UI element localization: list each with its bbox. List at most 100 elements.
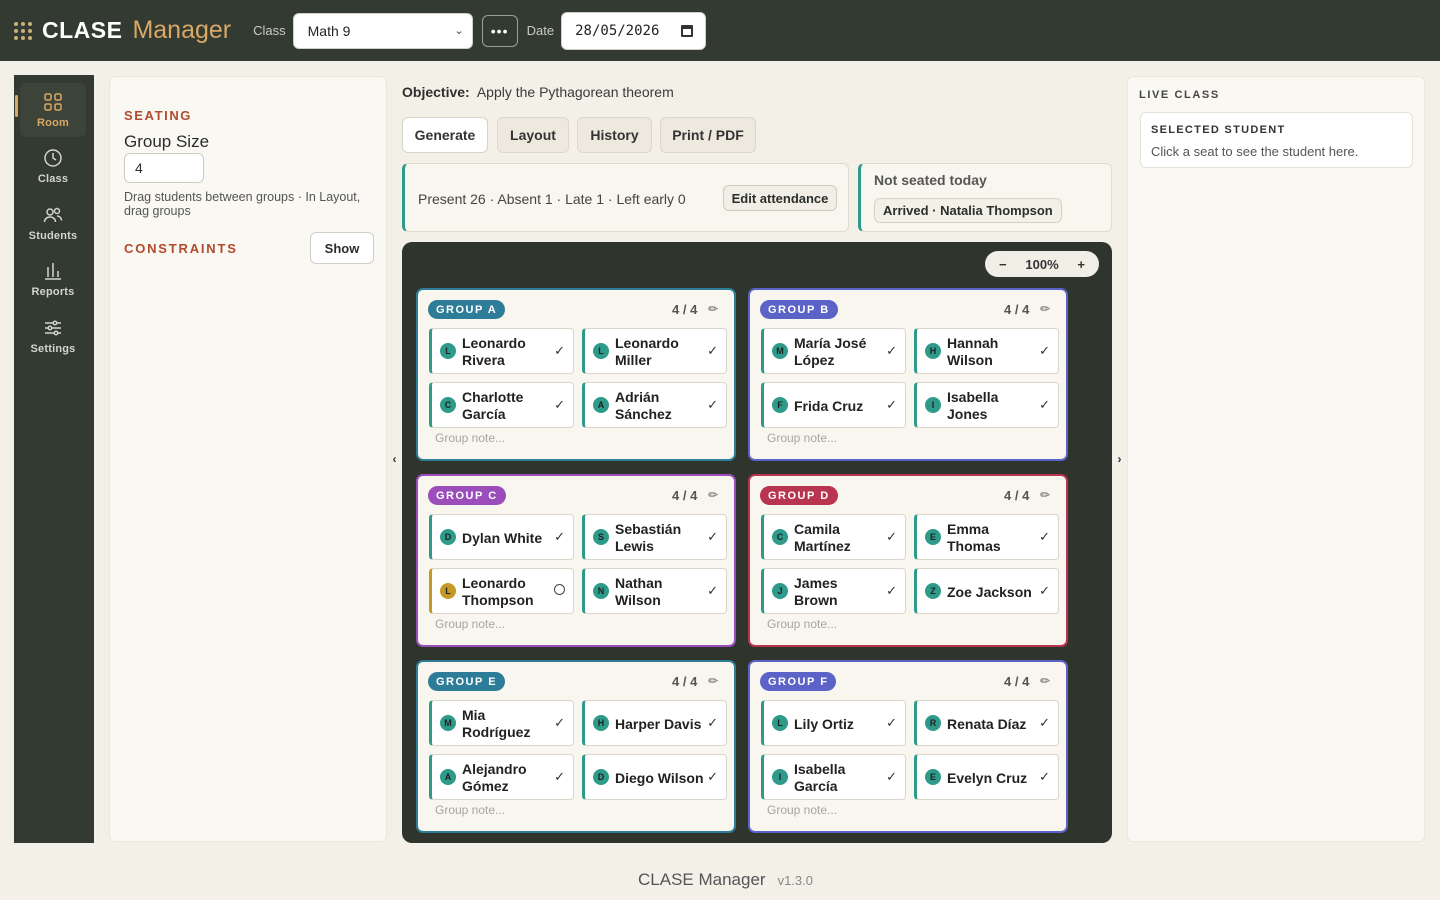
student-seat[interactable]: H Harper Davis ✓ <box>582 700 727 746</box>
seating-group[interactable]: GROUP C4 / 4 ✏ Group note... D Dylan White ✓ S… <box>416 474 736 647</box>
nav-item-settings[interactable]: Settings <box>20 309 86 363</box>
room-canvas: − 100% + GROUP A 4 / 4 ✏ Group note... L Leon… <box>402 242 1112 843</box>
sliders-icon <box>45 319 61 336</box>
seating-group[interactable]: GROUP B 4 / 4 ✏ Group note... M María José Ló… <box>748 288 1068 461</box>
tab-generate[interactable]: Generate <box>402 117 488 153</box>
objective-text: Apply the Pythagorean theorem <box>476 84 674 100</box>
student-seat[interactable]: M Mia Rodríguez ✓ <box>429 700 574 746</box>
seating-group[interactable]: GROUP F 4 / 4 ✏ Group note... L Lily Ortiz ✓ R R… <box>748 660 1068 833</box>
student-name: Harper Davis <box>615 707 705 741</box>
group-note-input[interactable]: Group note... <box>767 431 837 445</box>
student-name-text: Sebastián Lewis <box>615 521 682 554</box>
nav-item-reports[interactable]: Reports <box>20 252 86 306</box>
student-name-text: Camila Martínez <box>794 521 851 554</box>
present-check-icon: ✓ <box>1039 769 1050 784</box>
zoom-out-button[interactable]: − <box>999 257 1007 272</box>
student-seat[interactable]: E Evelyn Cruz ✓ <box>914 754 1059 800</box>
student-seat[interactable]: L Leonardo Rivera ✓ <box>429 328 574 374</box>
student-name: Adrián Sánchez <box>615 389 705 423</box>
student-name-text: Leonardo Thompson <box>462 575 534 608</box>
collapse-left-handle[interactable]: ‹ <box>388 438 401 480</box>
student-seat[interactable]: L Leonardo Miller ✓ <box>582 328 727 374</box>
group-note-input[interactable]: Group note... <box>767 617 837 631</box>
attendance-text: Present 26 · Absent 1 · Late 1 · Left ea… <box>418 191 686 207</box>
student-seat[interactable]: D Diego Wilson ✓ <box>582 754 727 800</box>
seating-group[interactable]: GROUP E 4 / 4 ✏ Group note... M Mia Rodríguez… <box>416 660 736 833</box>
student-seat[interactable]: I Isabella Jones ✓ <box>914 382 1059 428</box>
student-seat[interactable]: C Charlotte García ✓ <box>429 382 574 428</box>
student-seat[interactable]: D Dylan White ✓ <box>429 514 574 560</box>
class-select[interactable]: Math 9 ⌄ <box>292 12 473 49</box>
student-avatar: N <box>593 583 609 599</box>
student-seat[interactable]: S Sebastián Lewis ✓ <box>582 514 727 560</box>
seating-hint: Drag students between groups · In Layout… <box>124 190 361 218</box>
objective: Objective: Apply the Pythagorean theorem <box>402 84 674 100</box>
edit-group-icon[interactable]: ✏ <box>708 674 718 688</box>
student-name-text: Isabella García <box>794 761 846 794</box>
present-check-icon: ✓ <box>886 529 897 544</box>
student-seat[interactable]: A Adrián Sánchez ✓ <box>582 382 727 428</box>
seating-group[interactable]: GROUP D 4 / 4 ✏ Group note... C Camila Martín… <box>748 474 1068 647</box>
student-avatar: M <box>772 343 788 359</box>
nav-item-students[interactable]: Students <box>20 196 86 250</box>
show-constraints-button[interactable]: Show <box>310 232 374 264</box>
student-seat[interactable]: A Alejandro Gómez ✓ <box>429 754 574 800</box>
student-avatar: C <box>440 397 456 413</box>
student-seat[interactable]: E Emma Thomas ✓ <box>914 514 1059 560</box>
student-avatar: S <box>593 529 609 545</box>
not-seated-title: Not seated today <box>874 172 987 188</box>
clock-icon <box>44 148 62 167</box>
unseated-student-chip[interactable]: Arrived · Natalia Thompson <box>874 198 1062 223</box>
edit-group-icon[interactable]: ✏ <box>1040 674 1050 688</box>
brand-name: CLASE <box>42 17 123 43</box>
selected-student-title: SELECTED STUDENT <box>1151 124 1286 136</box>
student-seat[interactable]: R Renata Díaz ✓ <box>914 700 1059 746</box>
group-note-input[interactable]: Group note... <box>435 803 505 817</box>
student-seat[interactable]: J James Brown ✓ <box>761 568 906 614</box>
student-name-text: Charlotte García <box>462 389 524 422</box>
calendar-icon[interactable] <box>681 24 694 37</box>
student-seat[interactable]: L Lily Ortiz ✓ <box>761 700 906 746</box>
seating-title: SEATING <box>124 108 193 123</box>
edit-group-icon[interactable]: ✏ <box>1040 488 1050 502</box>
seating-group[interactable]: GROUP A 4 / 4 ✏ Group note... L Leonardo Rive… <box>416 288 736 461</box>
student-seat[interactable]: N Nathan Wilson ✓ <box>582 568 727 614</box>
group-size-input[interactable]: 4 <box>124 153 204 183</box>
collapse-right-handle[interactable]: › <box>1113 438 1126 480</box>
student-seat[interactable]: C Camila Martínez ✓ <box>761 514 906 560</box>
nav-item-room[interactable]: Room <box>15 83 86 137</box>
edit-group-icon[interactable]: ✏ <box>1040 302 1050 316</box>
zoom-in-button[interactable]: + <box>1077 257 1085 272</box>
student-seat[interactable]: M María José López ✓ <box>761 328 906 374</box>
tab-history[interactable]: History <box>577 117 652 153</box>
tab-layout[interactable]: Layout <box>497 117 569 153</box>
student-seat[interactable]: H Hannah Wilson ✓ <box>914 328 1059 374</box>
edit-group-icon[interactable]: ✏ <box>708 302 718 316</box>
student-name: Camila Martínez <box>794 521 884 555</box>
date-input[interactable]: 28/05/2026 <box>561 11 707 50</box>
logo-icon <box>14 21 32 40</box>
group-badge: GROUP E <box>428 672 506 691</box>
present-check-icon: ✓ <box>554 397 565 412</box>
constraints-title: CONSTRAINTS <box>124 241 238 256</box>
student-name: Renata Díaz <box>947 707 1037 741</box>
student-seat[interactable]: F Frida Cruz ✓ <box>761 382 906 428</box>
student-avatar: M <box>440 715 456 731</box>
group-note-input[interactable]: Group note... <box>767 803 837 817</box>
live-class-panel: LIVE CLASS SELECTED STUDENT Click a seat… <box>1127 76 1425 842</box>
nav-item-class[interactable]: Class <box>20 139 86 193</box>
student-name-text: Diego Wilson <box>615 769 704 786</box>
tab-print-pdf[interactable]: Print / PDF <box>660 117 756 153</box>
student-seat[interactable]: I Isabella García ✓ <box>761 754 906 800</box>
student-name: Emma Thomas <box>947 521 1037 555</box>
group-size-label: Group Size <box>124 132 210 151</box>
more-options-button[interactable]: ••• <box>481 14 518 47</box>
student-name: Sebastián Lewis <box>615 521 705 555</box>
group-note-input[interactable]: Group note... <box>435 617 505 631</box>
edit-group-icon[interactable]: ✏ <box>708 488 718 502</box>
group-note-input[interactable]: Group note... <box>435 431 505 445</box>
student-seat[interactable]: L Leonardo Thompson <box>429 568 574 614</box>
edit-attendance-button[interactable]: Edit attendance <box>723 185 837 211</box>
top-bar: CLASE Manager Class Math 9 ⌄ ••• Date 28… <box>0 0 1440 61</box>
student-seat[interactable]: Z Zoe Jackson ✓ <box>914 568 1059 614</box>
